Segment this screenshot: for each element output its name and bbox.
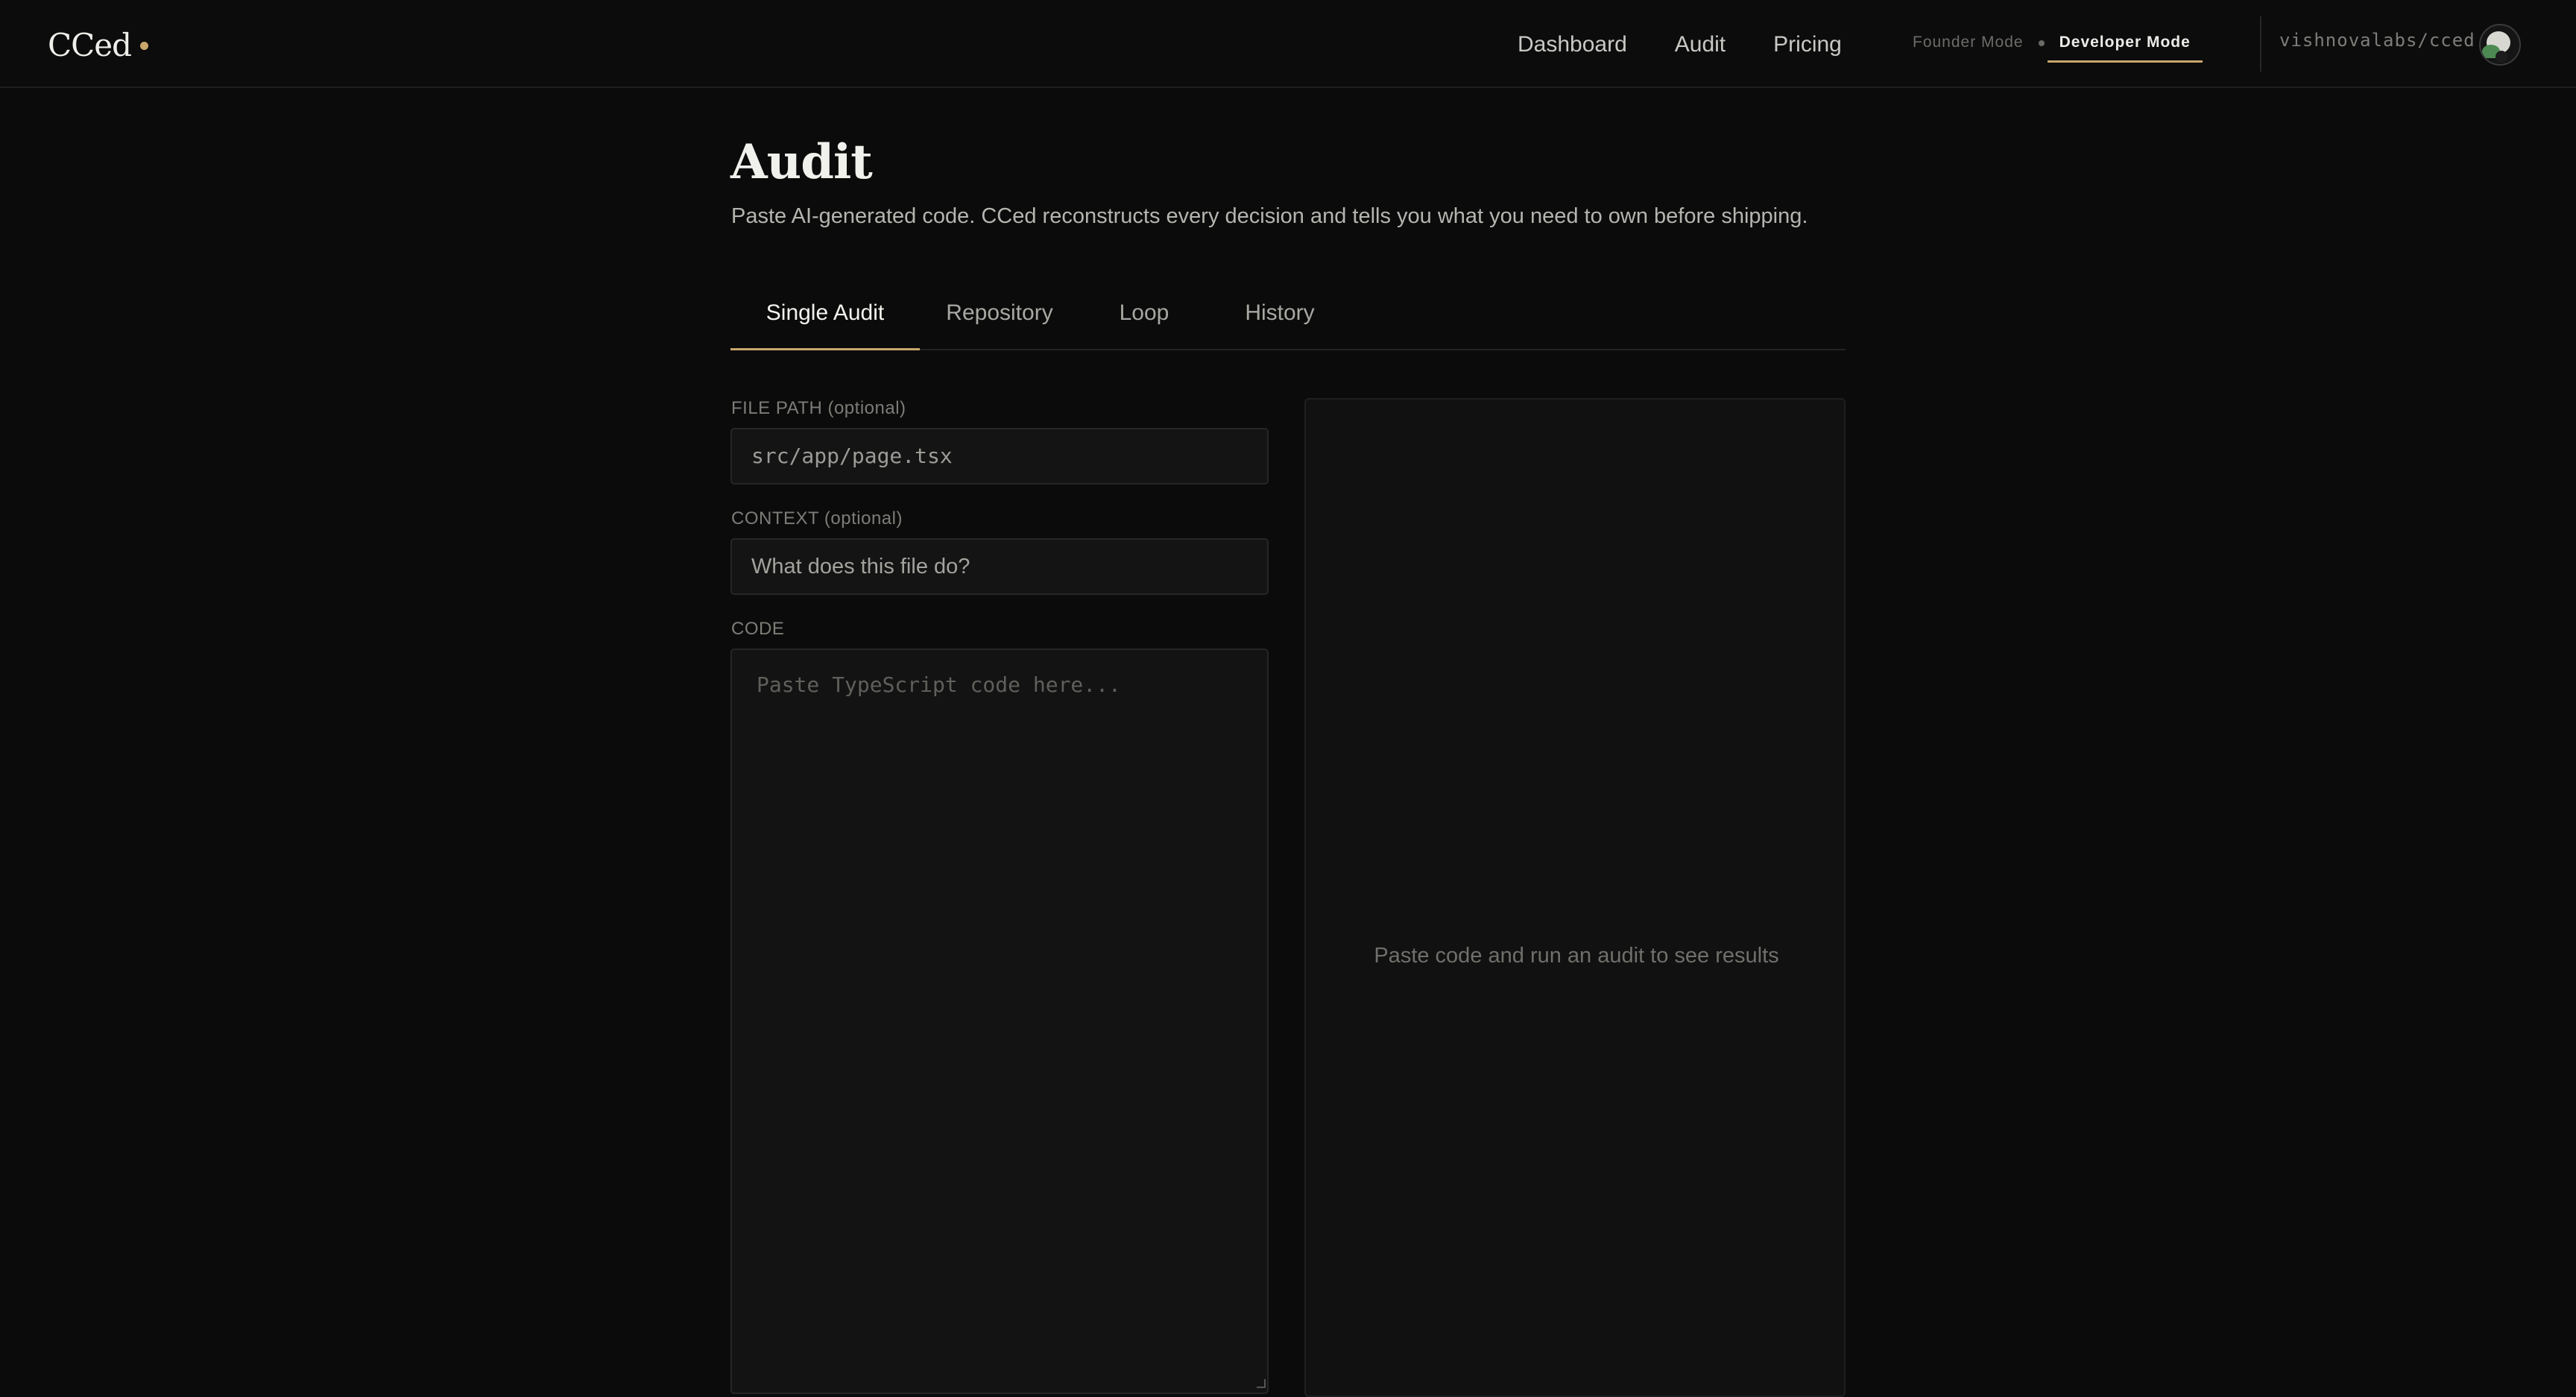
tab-loop[interactable]: Loop [1079, 291, 1209, 350]
file-path-label: FILE PATH (optional) [731, 398, 906, 418]
brand-name: CCed [48, 26, 132, 63]
audit-tabs: Single Audit Repository Loop History [730, 291, 1846, 350]
mode-switch: Founder Mode Developer Mode [1901, 28, 2203, 63]
results-panel: Paste code and run an audit to see resul… [1304, 398, 1846, 1397]
code-textarea[interactable]: Paste TypeScript code here... [730, 649, 1269, 1394]
nav-link-audit[interactable]: Audit [1675, 32, 1726, 57]
tab-history[interactable]: History [1209, 291, 1351, 350]
results-empty-message: Paste code and run an audit to see resul… [1374, 944, 1779, 968]
header-divider [2260, 16, 2261, 72]
tab-repository[interactable]: Repository [920, 291, 1079, 350]
code-label: CODE [731, 619, 785, 639]
tab-single-audit[interactable]: Single Audit [730, 291, 920, 350]
brand-logo[interactable]: CCed [48, 22, 149, 67]
top-navigation-bar: CCed Dashboard Audit Pricing Founder Mod… [0, 0, 2576, 88]
nav-link-dashboard[interactable]: Dashboard [1518, 32, 1627, 57]
main-nav: Dashboard Audit Pricing [1518, 28, 1842, 61]
brand-dot-icon [140, 41, 149, 50]
page-subtitle: Paste AI-generated code. CCed reconstruc… [731, 204, 1808, 228]
nav-link-pricing[interactable]: Pricing [1773, 32, 1842, 57]
user-avatar[interactable] [2479, 24, 2521, 66]
textarea-resize-handle[interactable] [1257, 1379, 1266, 1388]
avatar-image-part [2496, 51, 2507, 63]
context-label: CONTEXT (optional) [731, 508, 903, 529]
founder-mode-toggle[interactable]: Founder Mode [1901, 28, 2036, 63]
mode-separator-dot-icon [2038, 40, 2045, 46]
file-path-input[interactable]: src/app/page.tsx [730, 428, 1269, 485]
context-input[interactable]: What does this file do? [730, 538, 1269, 595]
developer-mode-toggle[interactable]: Developer Mode [2047, 28, 2203, 63]
repo-name[interactable]: vishnovalabs/cced [2279, 30, 2475, 51]
page-title: Audit [730, 134, 873, 190]
